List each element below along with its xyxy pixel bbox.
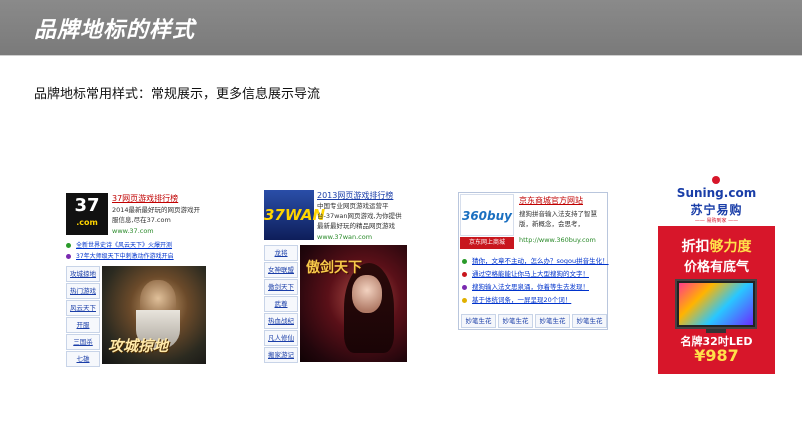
brand-title-link[interactable]: 37网页游戏排行榜 [112, 193, 178, 204]
promo-highlight: 够力度 [709, 239, 752, 255]
bullet-text: 全新世界史诗《风云天下》火爆开测 [76, 242, 173, 249]
bullet-dot-icon [66, 243, 71, 248]
bullet-link[interactable]: 全新世界史诗《风云天下》火爆开测 [66, 240, 206, 251]
tag-button[interactable]: 妙笔生花 [535, 314, 570, 328]
bullet-text: 通过空格能能让你马上大型搜狗的文字！ [472, 270, 589, 278]
menu-item[interactable]: 攻城掠地 [66, 266, 100, 282]
suning-logo-en: Suning.com [676, 186, 757, 200]
bullet-text: 基于体统词条，一屏呈现20个词！ [472, 296, 572, 304]
bullet-link[interactable]: 通过空格能能让你马上大型搜狗的文字！ [462, 268, 606, 281]
menu-item[interactable]: 开服 [66, 317, 100, 333]
side-menu: 龙将 女神联盟 傲剑天下 武尊 热血战纪 凡人修仙 搬家游记 [264, 245, 298, 364]
brand-title-link[interactable]: 京东商城官方网站 [519, 195, 583, 206]
promo-prefix: 折扣 [681, 239, 710, 255]
ad-37-games: 37 .com 37网页游戏排行榜 2014最新最好玩的网页游戏开服信息,尽在3… [66, 193, 206, 368]
slide-title-bar: 品牌地标的样式 [0, 0, 802, 55]
suning-logo-cn: 苏宁易购 [690, 203, 743, 217]
ad-37wan: 37WAN 2013网页游戏排行榜 中国专业网页游戏运营平台-37wan网页游戏… [264, 190, 407, 364]
menu-item[interactable]: 风云天下 [66, 300, 100, 316]
brand-logo-37wan[interactable]: 37WAN [264, 190, 325, 240]
bullet-link[interactable]: 猜你，文章不主动，怎么办？sogou拼音生化！ [462, 255, 609, 268]
banner-caption: 攻城掠地 [108, 337, 169, 355]
menu-item[interactable]: 搬家游记 [264, 347, 298, 363]
brand-url[interactable]: www.37wan.com [317, 233, 372, 241]
brand-description: 2014最新最好玩的网页游戏开服信息,尽在37.com [112, 206, 201, 224]
bullet-dot-icon [462, 258, 467, 264]
brand-title-link[interactable]: 2013网页游戏排行榜 [317, 190, 393, 201]
menu-item[interactable]: 七雄 [66, 351, 100, 367]
bullet-link[interactable]: 搜狗输入法文思泉涌，你着等生去发现！ [462, 281, 606, 294]
brand-description: 中国专业网页游戏运营平台-37wan网页游戏,为你提供最新最好玩的精品网页游戏 [317, 202, 402, 230]
divider [0, 55, 802, 56]
brand-logo-360buy[interactable]: 360buy [460, 194, 514, 236]
game-banner-image[interactable]: 傲剑天下 [300, 245, 407, 362]
logo-sub: .com [76, 218, 98, 227]
banner-caption: 傲剑天下 [306, 260, 362, 276]
game-banner-image[interactable]: 攻城掠地 [102, 266, 206, 364]
tag-row: 妙笔生花 妙笔生花 妙笔生花 妙笔生花 [461, 314, 607, 328]
hanger-icon [712, 176, 720, 184]
ad-360buy: 360buy 京东网上商城 京东商城官方网站 搜狗拼音输入法支持了智慧版，新概念… [458, 192, 609, 330]
promo-line-1: 折扣够力度 [658, 236, 775, 256]
product-price: ¥987 [694, 346, 739, 365]
menu-item[interactable]: 女神联盟 [264, 262, 298, 278]
bullet-dot-icon [462, 284, 467, 290]
brand-url[interactable]: www.37.com [112, 227, 154, 235]
bullet-link[interactable]: 基于体统词条，一屏呈现20个词！ [462, 294, 606, 307]
side-menu: 攻城掠地 热门游戏 风云天下 开服 三国杀 七雄 [66, 266, 100, 368]
logo-text: 37 [74, 195, 100, 216]
bullet-list: 全新世界史诗《风云天下》火爆开测 37年大师级天下中刺激动作游戏开启 [66, 240, 206, 262]
bullet-dot-icon [462, 297, 467, 303]
bullet-text: 37年大师级天下中刺激动作游戏开启 [76, 253, 174, 260]
tag-button[interactable]: 妙笔生花 [572, 314, 607, 328]
menu-item[interactable]: 武尊 [264, 296, 298, 312]
menu-item[interactable]: 傲剑天下 [264, 279, 298, 295]
character-face [352, 275, 382, 313]
tag-button[interactable]: 妙笔生花 [461, 314, 496, 328]
bullet-list: 猜你，文章不主动，怎么办？sogou拼音生化！ 通过空格能能让你马上大型搜狗的文… [462, 255, 609, 307]
menu-item[interactable]: 热门游戏 [66, 283, 100, 299]
bullet-dot-icon [462, 271, 467, 277]
ad-suning-banner[interactable]: Suning.com 苏宁易购 —— 易购到家 —— 折扣够力度 价格有底气 名… [658, 176, 775, 374]
brand-logo-37[interactable]: 37 .com [66, 193, 108, 235]
tv-image [675, 279, 757, 329]
menu-item[interactable]: 龙将 [264, 245, 298, 261]
slide-title: 品牌地标的样式 [34, 18, 196, 43]
bullet-text: 猜你，文章不主动，怎么办？sogou拼音生化！ [472, 257, 609, 265]
tag-button[interactable]: 妙笔生花 [498, 314, 533, 328]
slide-subtitle: 品牌地标常用样式：常规展示，更多信息展示导流 [34, 87, 321, 102]
menu-item[interactable]: 热血战纪 [264, 313, 298, 329]
menu-item[interactable]: 凡人修仙 [264, 330, 298, 346]
brand-description: 搜狗拼音输入法支持了智慧版，新概念，会思考， [519, 210, 597, 228]
logo-strip: 京东网上商城 [460, 237, 514, 249]
suning-slogan: —— 易购到家 —— [694, 218, 739, 224]
tv-screen [679, 283, 753, 325]
bullet-dot-icon [66, 254, 71, 259]
logo-panel: Suning.com 苏宁易购 —— 易购到家 —— [658, 176, 775, 226]
bullet-text: 搜狗输入法文思泉涌，你着等生去发现！ [472, 283, 589, 291]
brand-url[interactable]: http://www.360buy.com [519, 236, 596, 244]
promo-line-2: 价格有底气 [683, 260, 749, 275]
menu-item[interactable]: 三国杀 [66, 334, 100, 350]
bullet-link[interactable]: 37年大师级天下中刺激动作游戏开启 [66, 251, 206, 262]
